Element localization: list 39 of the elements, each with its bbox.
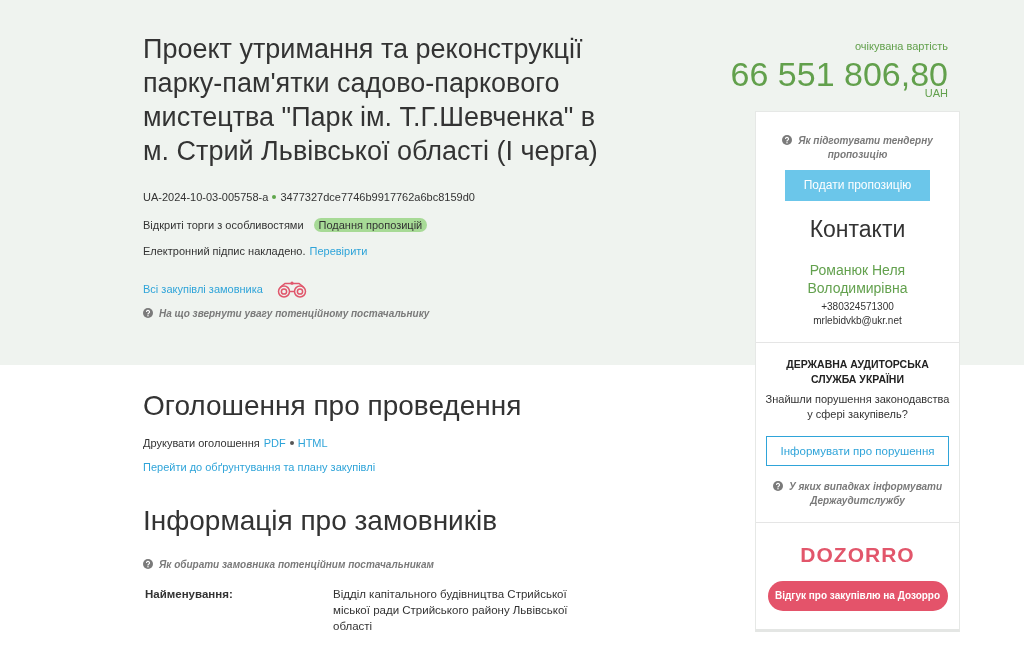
help-icon xyxy=(143,308,153,318)
submit-proposal-button[interactable]: Подати пропозицію xyxy=(785,170,930,201)
audit-title: ДЕРЖАВНА АУДИТОРСЬКА СЛУЖБА УКРАЇНИ xyxy=(785,357,930,387)
section-heading: Оголошення про проведення xyxy=(143,390,523,422)
feedback-button[interactable]: Відгук про закупівлю на Дозорро xyxy=(767,581,948,611)
help-icon xyxy=(782,135,793,145)
contact-name: Романюк Неля Володимирівна xyxy=(806,261,909,297)
contact-phone: +380324571300 xyxy=(820,300,895,314)
status-badge: Подання пропозицій xyxy=(313,218,428,232)
bullet-icon xyxy=(289,441,294,445)
contact-email: mrlebidvkb@ukr.net xyxy=(812,314,903,328)
help-link[interactable]: Як обирати замовника потенційним постачальникам xyxy=(143,559,434,570)
dozorro-logo: DOZORRO xyxy=(800,543,915,567)
verify-link[interactable]: Перевірити xyxy=(309,245,368,257)
audit-question: Знайшли порушення законодавства у сфері закупівель? xyxy=(764,392,951,422)
contacts-heading: Контакти xyxy=(808,215,907,244)
signature-text: Електронний підпис накладено. xyxy=(143,245,306,257)
print-link[interactable]: PDF xyxy=(263,437,286,449)
print-link[interactable]: HTML xyxy=(297,437,328,449)
help-icon xyxy=(143,559,153,569)
help-link[interactable]: На що звернути увагу потенційному постачальнику xyxy=(143,308,430,319)
plan-link[interactable]: Перейти до обґрунтування та плану закупівлі xyxy=(143,461,376,473)
field-label: Найменування: xyxy=(144,587,234,602)
buyer-tenders-link[interactable]: Всі закупівлі замовника xyxy=(143,283,263,295)
tender-title: Проект утримання та реконструкції парку-пам'ятки садово-паркового мистецтва "Парк ім. Т.Г.Шевченка" в м. Стрий Львівської області (I черга) xyxy=(143,33,599,168)
value-label: очікувана вартість xyxy=(853,39,948,53)
help-link[interactable]: У яких випадках інформувати Держаудитслужбу xyxy=(764,480,951,508)
procedure-type: Відкриті торги з особливостями xyxy=(143,219,304,231)
print-label: Друкувати оголошення xyxy=(143,437,260,449)
tender-hash: 3477327dce7746b9917762a6bc8159d0 xyxy=(280,191,475,203)
bullet-icon xyxy=(272,195,277,199)
currency: UAH xyxy=(924,87,948,99)
report-violation-button[interactable]: Інформувати про порушення xyxy=(766,436,949,466)
field-value: Відділ капітального будівництва Стрийської міської ради Стрийського району Львівської області xyxy=(333,587,569,634)
help-icon xyxy=(772,481,783,491)
binoculars-icon xyxy=(276,280,307,298)
section-heading: Інформація про замовників xyxy=(143,505,499,537)
tender-id: UA-2024-10-03-005758-a xyxy=(143,191,269,203)
help-link[interactable]: Як підготувати тендерну пропозицію xyxy=(778,134,937,162)
